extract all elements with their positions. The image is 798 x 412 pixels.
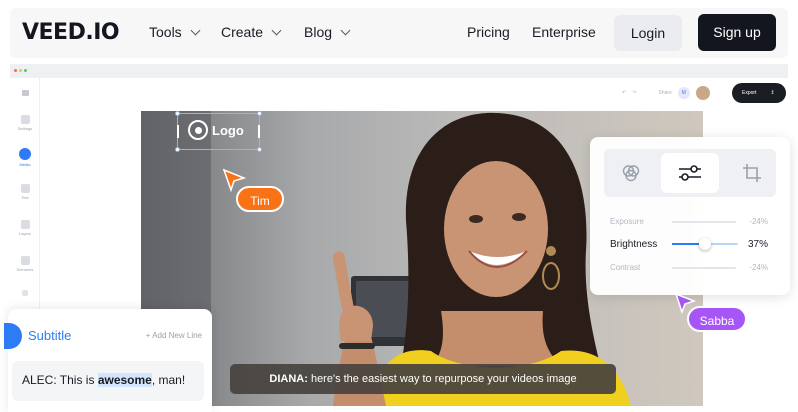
sidebar-item-elements[interactable]: Elements (10, 256, 40, 272)
menu-create-label: Create (221, 24, 264, 40)
logo-element[interactable]: Logo (188, 120, 244, 140)
minimize-dot-icon (19, 69, 22, 72)
resize-handle[interactable] (257, 147, 262, 152)
contrast-slider[interactable] (672, 267, 736, 269)
layers-icon (20, 220, 30, 229)
contrast-value: -24% (749, 263, 768, 272)
export-button[interactable]: Export ↥ (732, 83, 786, 103)
menu-tools[interactable]: Tools (149, 24, 201, 40)
resize-handle[interactable] (175, 111, 180, 116)
logo-element-label: Logo (212, 122, 244, 138)
window-controls (14, 69, 27, 72)
brightness-knob[interactable] (699, 238, 711, 250)
exposure-slider[interactable] (672, 221, 736, 223)
media-icon (19, 148, 31, 160)
video-caption: DIANA: here's the easiest way to repurpo… (230, 364, 616, 394)
caption-speaker: DIANA: (269, 373, 308, 385)
pricing-link[interactable]: Pricing (467, 24, 510, 40)
signup-button[interactable]: Sign up (698, 14, 776, 51)
sidebar-item-media[interactable]: Media (10, 148, 40, 167)
subtitle-line-prefix: ALEC: This is (22, 373, 98, 387)
sidebar-label: Elements (16, 267, 34, 272)
user-avatar[interactable]: M (677, 87, 690, 99)
sidebar-item-settings[interactable]: Settings (10, 115, 40, 131)
login-button[interactable]: Login (614, 15, 682, 51)
share-label[interactable]: Share (658, 90, 671, 96)
resize-handle[interactable] (257, 111, 262, 116)
brightness-value: 37% (747, 239, 768, 250)
sidebar-label: Media (19, 162, 31, 167)
exposure-value: -24% (749, 217, 768, 226)
gear-icon (20, 115, 30, 124)
adjust-tabs (604, 149, 776, 197)
sidebar-label: Text (21, 195, 29, 200)
pen-icon[interactable] (10, 290, 40, 298)
export-label: Export (742, 90, 757, 96)
side-handle[interactable] (258, 125, 260, 138)
resize-handle[interactable] (175, 147, 180, 152)
subtitle-highlight: awesome (97, 373, 152, 387)
veed-logo[interactable]: VEED.IO (22, 20, 120, 45)
chevron-down-icon (271, 25, 282, 36)
side-handle[interactable] (177, 125, 179, 138)
sliders-icon (679, 165, 701, 181)
menu-blog-label: Blog (304, 24, 333, 40)
collaborator-tag-sabba: Sabba (687, 306, 747, 332)
undo-icon[interactable]: ↶ (622, 90, 626, 96)
subtitle-line[interactable]: ALEC: This is awesome, man! (12, 361, 204, 401)
subtitle-icon (4, 323, 22, 349)
brightness-label: Brightness (610, 239, 658, 250)
menu-tools-label: Tools (149, 24, 182, 40)
exposure-label: Exposure (610, 217, 644, 226)
caption-text: here's the easiest way to repurpose your… (307, 373, 577, 385)
redo-icon[interactable]: ↷ (632, 90, 636, 96)
top-nav: VEED.IO Tools Create Blog Pricing Enterp… (10, 8, 788, 58)
avatar[interactable] (695, 86, 710, 100)
adjust-panel: Exposure -24% Brightness 37% Contrast -2… (590, 137, 790, 295)
text-icon (20, 184, 30, 193)
maximize-dot-icon (24, 69, 27, 72)
sidebar-item-layers[interactable]: Layers (10, 220, 40, 236)
collaborator-tag-tim: Tim (236, 186, 284, 212)
subtitle-panel: Subtitle + Add New Line ALEC: This is aw… (4, 309, 212, 412)
subtitle-line-suffix: , man! (151, 373, 186, 387)
menu-create[interactable]: Create (221, 24, 282, 40)
menu-icon[interactable] (10, 90, 40, 98)
add-new-line-button[interactable]: + Add New Line (146, 331, 202, 340)
enterprise-link[interactable]: Enterprise (532, 24, 596, 40)
logo-mark-icon (188, 120, 208, 140)
crop-icon[interactable] (742, 163, 762, 183)
contrast-label: Contrast (610, 263, 641, 272)
brightness-slider[interactable] (672, 238, 738, 250)
sidebar-label: Settings (17, 126, 33, 131)
color-filter-icon[interactable] (622, 164, 640, 182)
window-titlebar (10, 64, 788, 78)
close-dot-icon (14, 69, 17, 72)
menu-blog[interactable]: Blog (304, 24, 351, 40)
subtitle-title: Subtitle (28, 328, 72, 343)
editor-toolbar: ↶ ↷ Share M (622, 84, 710, 102)
elements-icon (20, 256, 30, 265)
sidebar-item-text[interactable]: Text (10, 184, 40, 200)
chevron-down-icon (340, 25, 351, 36)
chevron-down-icon (190, 25, 201, 36)
upload-icon: ↥ (770, 90, 775, 96)
sidebar-label: Layers (18, 231, 31, 236)
tab-adjust[interactable] (661, 153, 719, 193)
